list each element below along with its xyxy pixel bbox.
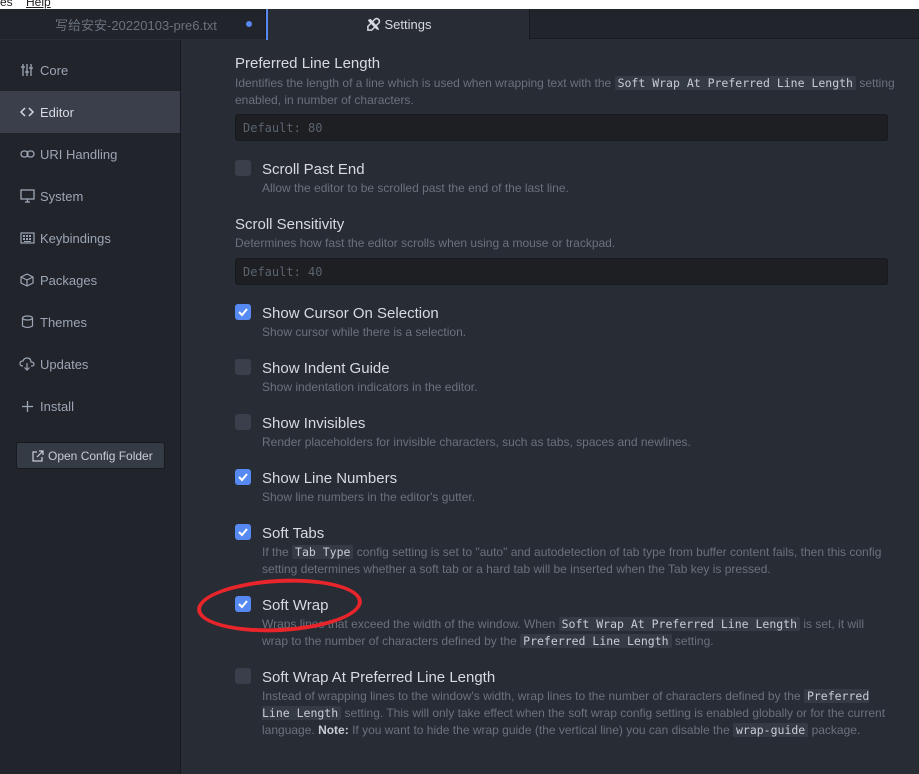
sidebar-item-label: Keybindings (40, 230, 111, 246)
desc-text: Identifies the length of a line which is… (235, 76, 612, 90)
tools-icon (366, 17, 380, 31)
desc-text: If the (262, 545, 289, 559)
setting-desc-soft-wrap: Wraps lines that exceed the width of the… (262, 616, 892, 650)
setting-desc-show-indent-guide: Show indentation indicators in the edito… (262, 380, 478, 394)
desc-text: setting. (674, 634, 714, 648)
code-icon (19, 104, 35, 120)
scroll-sensitivity-input[interactable]: Default: 40 (235, 258, 888, 285)
keyboard-icon (19, 230, 35, 246)
setting-desc-show-cursor-on-selection: Show cursor while there is a selection. (262, 325, 467, 339)
soft-tabs-checkbox[interactable] (235, 524, 251, 540)
setting-title-preferred-line-length: Preferred Line Length (235, 55, 381, 72)
desc-text: If you want to hide the wrap guide (the … (352, 723, 730, 737)
sidebar-item-core[interactable]: Core (0, 49, 180, 91)
sidebar-item-packages[interactable]: Packages (0, 259, 180, 301)
input-placeholder: Default: 40 (243, 264, 323, 279)
setting-title-show-cursor-on-selection: Show Cursor On Selection (262, 305, 439, 322)
menu-item-files[interactable]: es (0, 0, 13, 9)
setting-title-show-line-numbers: Show Line Numbers (262, 470, 398, 487)
sidebar-item-editor[interactable]: Editor (0, 91, 180, 133)
preferred-line-length-input[interactable]: Default: 80 (235, 114, 888, 141)
sliders-icon (19, 62, 35, 78)
sidebar-item-label: Install (40, 398, 74, 414)
show-cursor-on-selection-checkbox[interactable] (235, 304, 251, 320)
tab-file[interactable]: 写给安安-20220103-pre6.txt (0, 9, 266, 39)
desc-note: Note: (318, 723, 349, 737)
monitor-icon (19, 188, 35, 204)
setting-desc-show-line-numbers: Show line numbers in the editor's gutter… (262, 490, 476, 504)
editor-settings-panel: Preferred Line Length Identifies the len… (181, 40, 919, 774)
desc-text: package. (811, 723, 861, 737)
show-invisibles-checkbox[interactable] (235, 414, 251, 430)
setting-title-show-invisibles: Show Invisibles (262, 415, 366, 432)
package-icon (19, 272, 35, 288)
input-placeholder: Default: 80 (243, 120, 323, 135)
sidebar-item-label: URI Handling (40, 146, 118, 162)
sidebar-item-label: Updates (40, 356, 89, 372)
sidebar-item-keybindings[interactable]: Keybindings (0, 217, 180, 259)
sidebar-item-install[interactable]: Install (0, 385, 180, 427)
setting-desc-soft-tabs: If the Tab Type config setting is set to… (262, 544, 892, 578)
paintcan-icon (19, 314, 35, 330)
setting-desc-scroll-past-end: Allow the editor to be scrolled past the… (262, 181, 569, 195)
setting-desc-scroll-sensitivity: Determines how fast the editor scrolls w… (235, 236, 616, 250)
show-indent-guide-checkbox[interactable] (235, 359, 251, 375)
setting-desc-show-invisibles: Render placeholders for invisible charac… (262, 435, 691, 449)
setting-title-soft-tabs: Soft Tabs (262, 525, 325, 542)
desc-code: Soft Wrap At Preferred Line Length (558, 617, 801, 631)
desc-text: Instead of wrapping lines to the window'… (262, 689, 801, 703)
cloud-download-icon (19, 356, 35, 372)
checkmark-icon (238, 308, 248, 317)
menu-bar: es Help (0, 0, 919, 9)
tab-bar: 写给安安-20220103-pre6.txt Settings (0, 9, 919, 40)
sidebar-item-label: Editor (40, 104, 74, 120)
link-icon (19, 146, 35, 162)
tab-file-label: 写给安安-20220103-pre6.txt (55, 17, 217, 33)
setting-desc-soft-wrap-at-preferred-line-length: Instead of wrapping lines to the window'… (262, 688, 892, 739)
show-line-numbers-checkbox[interactable] (235, 469, 251, 485)
sidebar-item-label: System (40, 188, 84, 204)
desc-code: Tab Type (292, 545, 354, 559)
sidebar-item-label: Core (40, 62, 69, 78)
checkmark-icon (238, 473, 248, 482)
modified-dot-icon (246, 21, 252, 27)
open-config-folder-button[interactable]: Open Config Folder (16, 442, 165, 469)
desc-code: wrap-guide (732, 723, 809, 737)
setting-desc-preferred-line-length: Identifies the length of a line which is… (235, 75, 895, 109)
desc-text: config setting is set to "auto" and auto… (262, 545, 882, 576)
soft-wrap-at-preferred-line-length-checkbox[interactable] (235, 668, 251, 684)
desc-code: Soft Wrap At Preferred Line Length (614, 76, 856, 90)
sidebar-item-system[interactable]: System (0, 175, 180, 217)
scroll-past-end-checkbox[interactable] (235, 160, 251, 176)
setting-title-soft-wrap-at-preferred-line-length: Soft Wrap At Preferred Line Length (262, 669, 496, 686)
desc-code: Preferred Line Length (520, 634, 672, 648)
sidebar-item-updates[interactable]: Updates (0, 343, 180, 385)
tab-settings[interactable]: Settings (266, 9, 530, 40)
plus-icon (19, 398, 35, 414)
setting-title-show-indent-guide: Show Indent Guide (262, 360, 390, 377)
open-config-folder-label: Open Config Folder (48, 448, 153, 463)
setting-title-scroll-sensitivity: Scroll Sensitivity (235, 216, 345, 233)
sidebar-item-uri-handling[interactable]: URI Handling (0, 133, 180, 175)
setting-title-scroll-past-end: Scroll Past End (262, 161, 365, 178)
checkmark-icon (238, 528, 248, 537)
sidebar-item-label: Themes (40, 314, 87, 330)
menu-item-help[interactable]: Help (26, 0, 51, 9)
sidebar-item-label: Packages (40, 272, 98, 288)
settings-sidebar: Core Editor URI Handling System Keybindi… (0, 40, 181, 774)
tab-settings-label: Settings (384, 17, 432, 32)
sidebar-item-themes[interactable]: Themes (0, 301, 180, 343)
link-external-icon (32, 449, 44, 462)
